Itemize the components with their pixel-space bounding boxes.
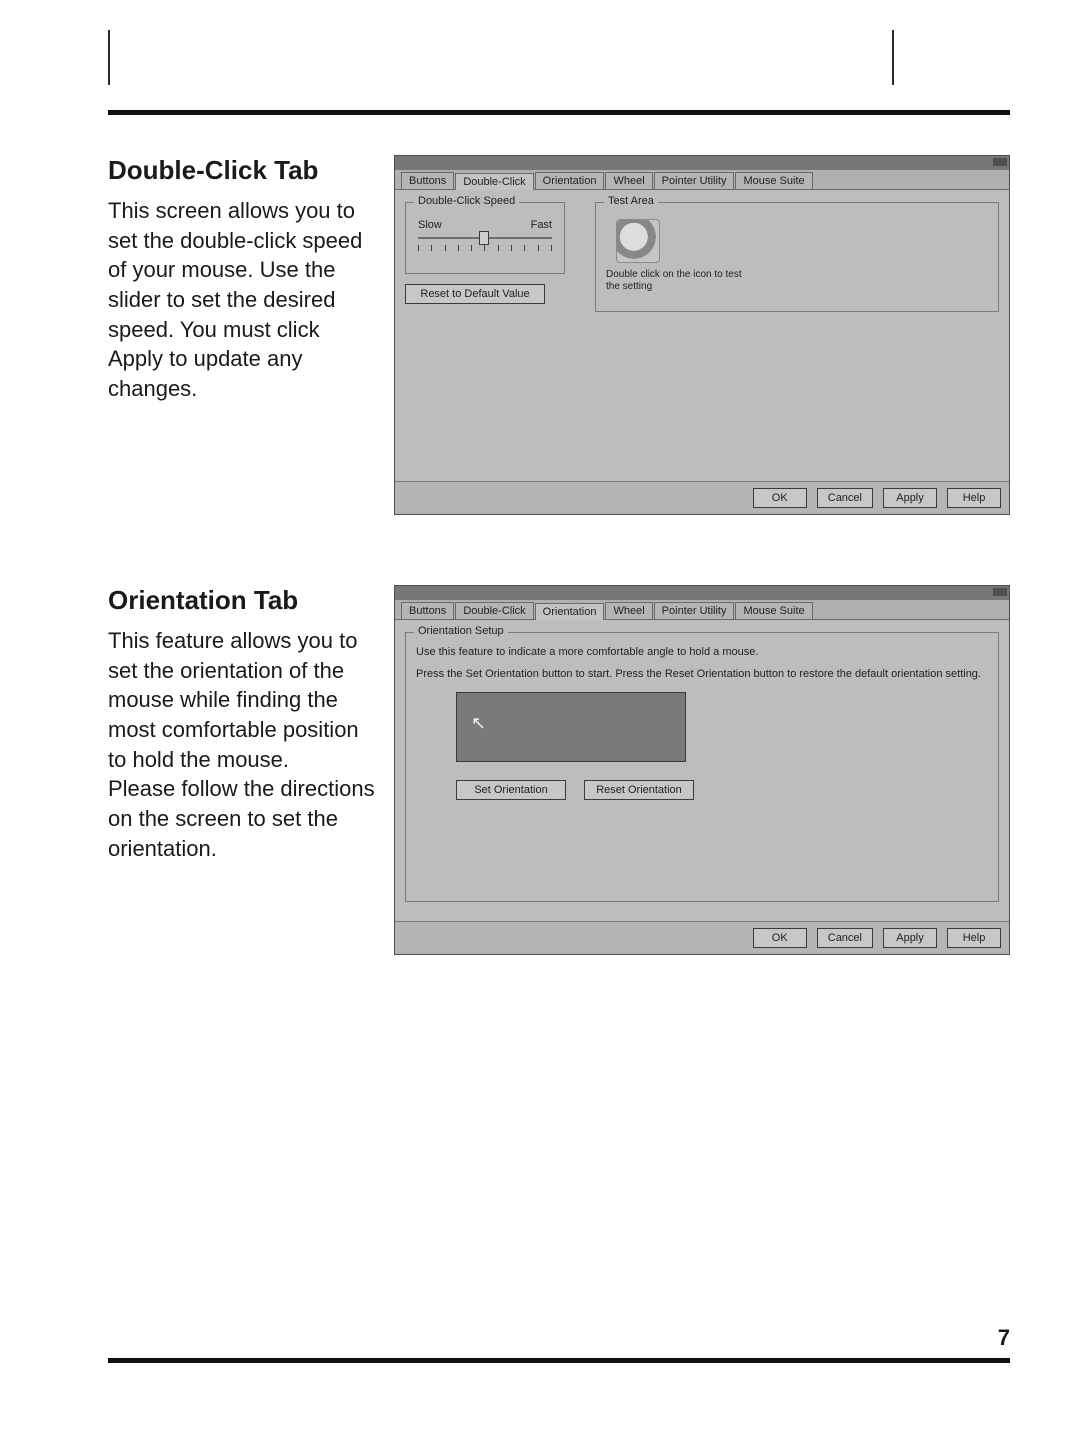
- ok-button[interactable]: OK: [753, 488, 807, 508]
- set-orientation-button[interactable]: Set Orientation: [456, 780, 566, 800]
- body-orientation: This feature allows you to set the orien…: [108, 626, 378, 864]
- tab-buttons[interactable]: Buttons: [401, 602, 454, 619]
- heading-double-click: Double-Click Tab: [108, 155, 378, 186]
- cancel-button[interactable]: Cancel: [817, 488, 873, 508]
- double-click-speed-slider[interactable]: [416, 235, 554, 259]
- content-frame: Double-Click Tab This screen allows you …: [108, 110, 1010, 1363]
- test-area-caption: Double click on the icon to test the set…: [606, 269, 746, 293]
- test-area-icon[interactable]: [616, 219, 660, 263]
- group-test-area: Test Area Double click on the icon to te…: [595, 202, 999, 312]
- tab-wheel[interactable]: Wheel: [605, 172, 652, 189]
- orientation-instruction-2: Press the Set Orientation button to star…: [416, 667, 988, 681]
- dialog-footer: OK Cancel Apply Help: [395, 481, 1009, 514]
- tab-mouse-suite[interactable]: Mouse Suite: [735, 172, 812, 189]
- group-double-click-speed: Double-Click Speed Slow Fast: [405, 202, 565, 274]
- titlebar-buttons-icon: [993, 158, 1007, 166]
- bottom-rule: [108, 1358, 1010, 1363]
- group-orientation-setup: Orientation Setup Use this feature to in…: [405, 632, 999, 902]
- apply-button[interactable]: Apply: [883, 928, 937, 948]
- page-number: 7: [998, 1325, 1010, 1351]
- titlebar-buttons-icon: [993, 588, 1007, 596]
- orientation-instruction-1: Use this feature to indicate a more comf…: [416, 645, 988, 659]
- group-title-orientation: Orientation Setup: [414, 625, 508, 637]
- tab-pointer-utility[interactable]: Pointer Utility: [654, 602, 735, 619]
- tab-mouse-suite[interactable]: Mouse Suite: [735, 602, 812, 619]
- tab-buttons[interactable]: Buttons: [401, 172, 454, 189]
- cancel-button[interactable]: Cancel: [817, 928, 873, 948]
- tab-pointer-utility[interactable]: Pointer Utility: [654, 172, 735, 189]
- section-double-click: Double-Click Tab This screen allows you …: [108, 155, 1010, 515]
- section-orientation: Orientation Tab This feature allows you …: [108, 585, 1010, 955]
- label-slow: Slow: [418, 219, 442, 231]
- help-button[interactable]: Help: [947, 928, 1001, 948]
- label-fast: Fast: [531, 219, 552, 231]
- screenshot-double-click-dialog: Buttons Double-Click Orientation Wheel P…: [394, 155, 1010, 515]
- top-rule: [108, 110, 1010, 115]
- tab-wheel[interactable]: Wheel: [605, 602, 652, 619]
- group-title-speed: Double-Click Speed: [414, 195, 519, 207]
- dialog-titlebar: [395, 156, 1009, 170]
- tab-orientation[interactable]: Orientation: [535, 603, 605, 620]
- tab-double-click[interactable]: Double-Click: [455, 173, 533, 190]
- body-double-click: This screen allows you to set the double…: [108, 196, 378, 404]
- reset-default-button[interactable]: Reset to Default Value: [405, 284, 545, 304]
- top-margin-tick-right: [892, 30, 894, 85]
- group-title-test: Test Area: [604, 195, 658, 207]
- help-button[interactable]: Help: [947, 488, 1001, 508]
- top-margin-tick-left: [108, 30, 110, 85]
- tab-orientation[interactable]: Orientation: [535, 172, 605, 189]
- dialog-footer: OK Cancel Apply Help: [395, 921, 1009, 954]
- tab-strip: Buttons Double-Click Orientation Wheel P…: [395, 600, 1009, 620]
- page-footer: 7: [108, 1358, 1010, 1363]
- ok-button[interactable]: OK: [753, 928, 807, 948]
- apply-button[interactable]: Apply: [883, 488, 937, 508]
- cursor-icon: ↖: [471, 713, 493, 735]
- reset-orientation-button[interactable]: Reset Orientation: [584, 780, 694, 800]
- screenshot-orientation-dialog: Buttons Double-Click Orientation Wheel P…: [394, 585, 1010, 955]
- heading-orientation: Orientation Tab: [108, 585, 378, 616]
- tab-double-click[interactable]: Double-Click: [455, 602, 533, 619]
- dialog-titlebar: [395, 586, 1009, 600]
- orientation-preview-canvas: ↖: [456, 692, 686, 762]
- tab-strip: Buttons Double-Click Orientation Wheel P…: [395, 170, 1009, 190]
